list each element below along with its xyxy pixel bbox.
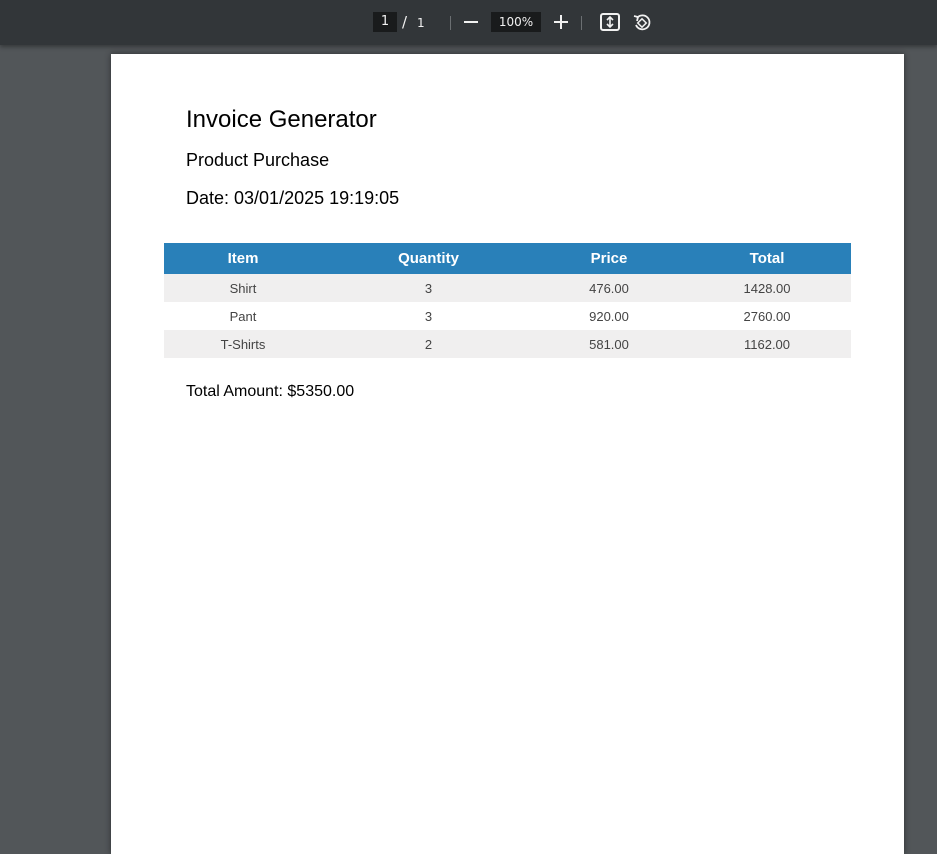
zoom-out-button[interactable] (459, 10, 483, 34)
cell-quantity: 3 (424, 308, 433, 324)
toolbar-divider (450, 16, 451, 30)
cell-quantity: 3 (322, 274, 535, 302)
toolbar-divider (581, 16, 582, 30)
cell-total: 2760.00 (743, 308, 791, 324)
column-header-price: Price (535, 243, 683, 274)
cell-item: Shirt (164, 274, 322, 302)
pdf-page: Invoice Generator Product Purchase Date:… (111, 54, 904, 854)
pdf-toolbar: 1 / 1 100% (0, 0, 937, 45)
fit-to-page-icon (600, 13, 620, 31)
cell-price: 920.00 (589, 308, 629, 324)
page-number-input[interactable]: 1 (373, 12, 397, 32)
fit-to-page-button[interactable] (598, 10, 622, 34)
rotate-button[interactable] (630, 10, 654, 34)
table-row: T-Shirts 2 581.00 1162.00 (164, 330, 851, 358)
cell-total: 1162.00 (683, 330, 851, 358)
rotate-icon (633, 14, 651, 31)
table-row: Shirt 3 476.00 1428.00 (164, 274, 851, 302)
table-header-row: Item Quantity Price Total (164, 243, 851, 274)
cell-price: 581.00 (535, 330, 683, 358)
column-header-quantity: Quantity (322, 243, 535, 274)
zoom-level-input[interactable]: 100% (491, 12, 541, 32)
cell-item: Pant (229, 308, 257, 324)
cell-item: T-Shirts (164, 330, 322, 358)
zoom-out-icon (464, 21, 478, 23)
invoice-subtitle: Product Purchase (186, 150, 330, 170)
column-header-item: Item (164, 243, 322, 274)
table-row: Pant 3 920.00 2760.00 (164, 302, 851, 330)
cell-quantity: 2 (322, 330, 535, 358)
total-amount: Total Amount: $5350.00 (186, 383, 355, 400)
invoice-table: Item Quantity Price Total Shirt 3 476.00… (164, 243, 851, 358)
page-separator: / (402, 13, 408, 31)
cell-total: 1428.00 (683, 274, 851, 302)
invoice-date: Date: 03/01/2025 19:19:05 (186, 188, 400, 208)
page-count: 1 (417, 16, 425, 30)
column-header-total: Total (683, 243, 851, 274)
zoom-in-button[interactable] (549, 10, 573, 34)
invoice-title: Invoice Generator (186, 106, 377, 133)
cell-price: 476.00 (535, 274, 683, 302)
zoom-in-icon (554, 15, 568, 29)
